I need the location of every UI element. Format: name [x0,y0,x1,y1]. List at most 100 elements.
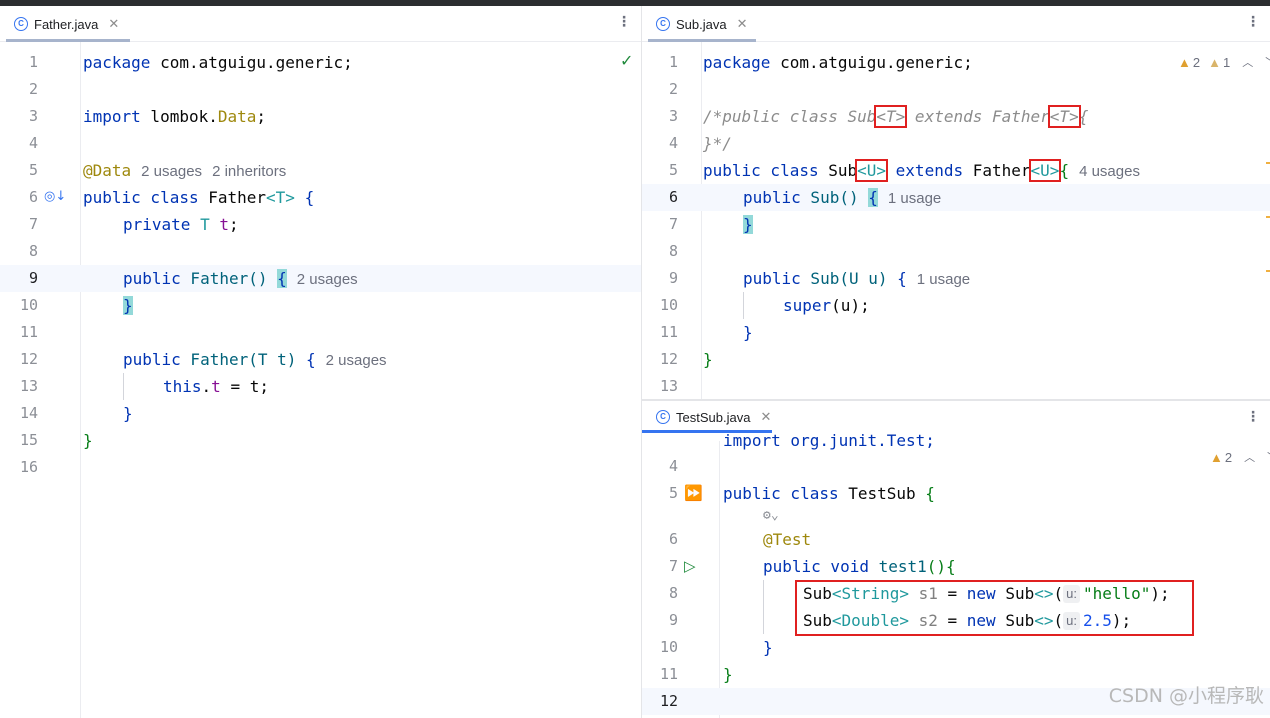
code-text[interactable]: import lombok.Data; [83,103,266,130]
code-line: 7 } [642,211,1270,238]
code-text[interactable]: } [123,292,133,319]
code-text[interactable]: public class Sub<U> extends Father<U>{4 … [703,157,1140,185]
line-number: 5 [28,161,38,179]
usages-hint[interactable]: 4 usages [1079,163,1140,180]
code-line: 8 [642,238,1270,265]
line-number: 12 [19,350,38,368]
implemented-icon[interactable]: ◎↓ [44,189,66,205]
test-class-icon: C [656,410,670,424]
tab-bar: C Sub.java ✕ ⋮ [642,6,1270,42]
code-line: 3 /*public class Sub<T> extends Father<T… [642,103,1270,130]
code-line: 7 private T t; [0,211,641,238]
code-line: 8 [0,238,641,265]
more-options-icon[interactable]: ⋮ [1246,15,1260,29]
run-test-icon[interactable]: ▷ [684,558,696,574]
tab-father-java[interactable]: C Father.java ✕ [6,6,127,42]
highlight-box: <T> [1047,105,1081,128]
code-line: 6 @Test [642,526,1270,553]
code-line: 2 [0,76,641,103]
code-comment[interactable]: }*/ [703,130,732,157]
code-text[interactable]: public void test1(){ [763,553,956,580]
code-line: 13 [642,373,1270,399]
code-vision-icon[interactable]: ⚙⌄ [763,505,779,527]
code-text[interactable]: } [123,400,133,427]
highlight-box: <U> [1028,159,1062,182]
code-line: 3 import lombok.Data; [0,103,641,130]
code-text[interactable]: private T t; [123,211,239,238]
usages-hint[interactable]: 2 usages [297,271,358,288]
line-number: 2 [668,80,678,98]
code-text[interactable]: } [763,634,773,661]
tab-bar: C TestSub.java ✕ ⋮ [642,401,1270,437]
code-text[interactable]: public Father() {2 usages [123,265,358,293]
code-text[interactable]: super(u); [783,292,870,319]
code-text[interactable]: @Test [763,526,811,553]
line-number: 11 [19,323,38,341]
code-text[interactable]: } [743,211,753,238]
code-line: 7 ▷ public void test1(){ [642,553,1270,580]
line-number: 7 [28,215,38,233]
tab-underline [6,39,130,42]
run-all-icon[interactable]: ⏩ [684,485,703,501]
code-text[interactable]: public Father(T t) {2 usages [123,346,387,374]
close-icon[interactable]: ✕ [737,16,748,32]
line-number: 10 [659,296,678,314]
code-text[interactable]: @Data 2 usages 2 inheritors [83,157,286,185]
code-text[interactable]: public class TestSub { [723,480,935,507]
line-number: 4 [668,457,678,475]
code-line: ⚙⌄ [642,505,1270,527]
code-line: 4 [0,130,641,157]
close-icon[interactable]: ✕ [760,409,771,425]
code-text[interactable]: } [743,319,753,346]
usages-hint[interactable]: 1 usage [917,271,970,288]
code-line: 11 } [642,319,1270,346]
line-number: 15 [19,431,38,449]
usages-hint[interactable]: 2 usages [326,352,387,369]
code-line: 16 [0,454,641,481]
code-text[interactable]: } [723,661,733,688]
code-text[interactable]: package com.atguigu.generic; [703,49,973,76]
editor-pane-testsub: import org.junit.Test; C TestSub.java ✕ … [642,401,1270,718]
line-number: 6 [668,530,678,548]
line-number: 10 [659,638,678,656]
line-number: 13 [659,377,678,395]
code-line: 4 [642,453,1270,480]
more-options-icon[interactable]: ⋮ [1246,410,1260,424]
usages-hint[interactable]: 2 usages [141,163,202,180]
code-line-current: 9 public Father() {2 usages [0,265,641,292]
line-number: 1 [668,53,678,71]
line-number: 16 [19,458,38,476]
tab-sub-java[interactable]: C Sub.java ✕ [648,6,756,42]
highlight-box: <T> [874,105,908,128]
code-text[interactable]: public Sub(U u) {1 usage [743,265,970,293]
code-text[interactable]: public class Father<T> { [83,184,314,211]
line-number: 13 [19,377,38,395]
code-line: 12 } [642,346,1270,373]
code-line: 13 this.t = t; [0,373,641,400]
code-text[interactable]: } [703,346,713,373]
code-line: 11 [0,319,641,346]
code-line-current: 6 public Sub() {1 usage [642,184,1270,211]
code-text[interactable]: package com.atguigu.generic; [83,49,353,76]
line-number: 11 [659,665,678,683]
tab-testsub-java[interactable]: C TestSub.java ✕ [648,401,779,433]
line-number: 10 [19,296,38,314]
inheritors-hint[interactable]: 2 inheritors [212,163,286,180]
line-number: 1 [28,53,38,71]
line-number: 8 [668,242,678,260]
line-number: 9 [668,269,678,287]
code-comment[interactable]: /*public class Sub<T> extends Father<T>{ [703,103,1088,130]
usages-hint[interactable]: 1 usage [888,190,941,207]
tab-label: Father.java [34,16,99,32]
tab-underline [648,39,756,42]
code-text[interactable]: this.t = t; [163,373,269,400]
highlight-box [795,580,1194,636]
code-text[interactable]: } [83,427,93,454]
line-number: 7 [668,215,678,233]
code-text[interactable]: public Sub() {1 usage [743,184,941,212]
close-icon[interactable]: ✕ [108,16,119,32]
line-number: 7 [668,557,678,575]
tab-label: Sub.java [676,16,727,32]
line-number: 12 [659,692,678,710]
more-options-icon[interactable]: ⋮ [617,15,631,29]
